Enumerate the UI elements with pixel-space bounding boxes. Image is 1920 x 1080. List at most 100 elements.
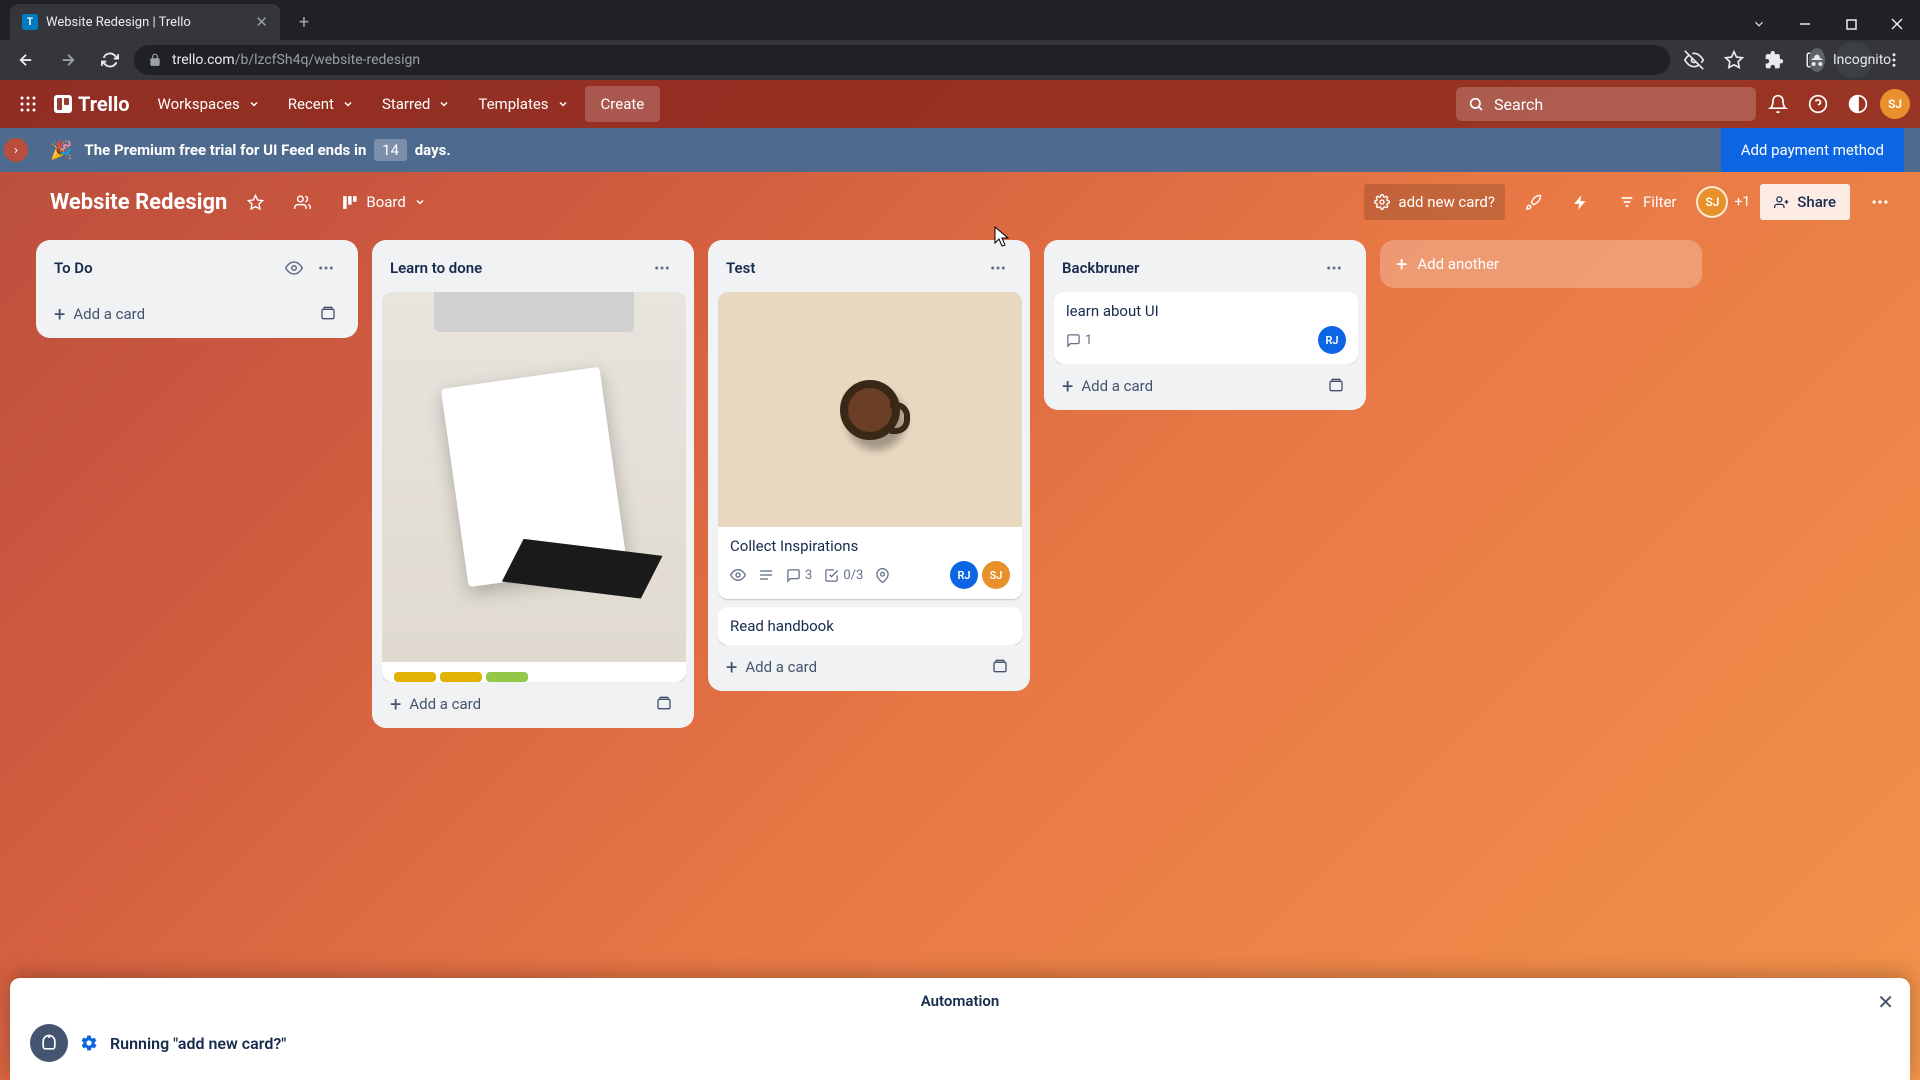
description-icon — [758, 567, 774, 583]
card-read-handbook[interactable]: Read handbook — [718, 607, 1022, 645]
maximize-icon[interactable] — [1828, 8, 1874, 40]
list-menu-icon[interactable] — [646, 254, 678, 282]
trello-header: Trello Workspaces Recent Starred Templat… — [0, 80, 1920, 128]
reload-button[interactable] — [92, 42, 128, 78]
trello-logo[interactable]: Trello — [50, 92, 142, 116]
close-window-icon[interactable] — [1874, 8, 1920, 40]
board-canvas[interactable]: To Do +Add a card Learn to done +Add a c… — [0, 232, 1920, 1080]
trial-banner: › 🎉 The Premium free trial for UI Feed e… — [0, 128, 1920, 172]
template-icon[interactable] — [314, 302, 342, 326]
share-button[interactable]: Share — [1760, 184, 1850, 220]
search-icon — [1468, 96, 1484, 112]
powerups-icon[interactable] — [1515, 184, 1552, 220]
star-board-icon[interactable] — [237, 184, 274, 220]
add-card-button[interactable]: +Add a card — [46, 292, 350, 328]
list-title[interactable]: Backbruner — [1062, 259, 1318, 277]
close-icon[interactable]: ✕ — [1877, 990, 1894, 1014]
card-collect-inspirations[interactable]: Collect Inspirations 3 0/3 RJ SJ — [718, 292, 1022, 599]
card-title: Collect Inspirations — [730, 537, 1010, 555]
extensions-icon[interactable] — [1756, 42, 1792, 78]
comments-badge: 3 — [786, 568, 812, 583]
trello-logo-icon — [54, 95, 72, 113]
board-header: Website Redesign Board add new card? Fil… — [0, 172, 1920, 232]
user-avatar[interactable]: SJ — [1880, 89, 1910, 119]
watch-icon — [730, 567, 746, 583]
checklist-badge: 0/3 — [824, 568, 863, 583]
board-menu-icon[interactable] — [1860, 184, 1900, 220]
templates-menu[interactable]: Templates — [466, 86, 580, 122]
new-tab-button[interactable]: + — [290, 8, 318, 36]
automation-icon[interactable] — [1562, 184, 1599, 220]
automation-rule-button[interactable]: add new card? — [1364, 184, 1505, 220]
member-avatar[interactable]: RJ — [1318, 326, 1346, 354]
board-member-avatar[interactable]: SJ — [1696, 186, 1728, 218]
list-backburner: Backbruner learn about UI 1 RJ +Add a ca… — [1044, 240, 1366, 410]
list-title[interactable]: Test — [726, 259, 982, 277]
incognito-badge[interactable]: Incognito — [1836, 42, 1872, 78]
trello-favicon: T — [22, 14, 38, 30]
add-card-button[interactable]: +Add a card — [718, 645, 1022, 681]
browser-tab[interactable]: T Website Redesign | Trello ✕ — [10, 4, 280, 40]
trello-app: Trello Workspaces Recent Starred Templat… — [0, 80, 1920, 1080]
banner-text: The Premium free trial for UI Feed ends … — [84, 141, 450, 159]
member-avatar[interactable]: RJ — [950, 561, 978, 589]
add-list-button[interactable]: +Add another — [1380, 240, 1702, 288]
board-view-switcher[interactable]: Board — [331, 184, 435, 220]
card-badges: 3 0/3 RJ SJ — [730, 561, 1010, 589]
url-text: trello.com/b/lzcfSh4q/website-redesign — [172, 52, 420, 68]
list-title[interactable]: Learn to done — [390, 259, 646, 277]
member-count[interactable]: +1 — [1734, 194, 1750, 210]
list-menu-icon[interactable] — [1318, 254, 1350, 282]
incognito-icon — [1809, 48, 1825, 72]
board-title[interactable]: Website Redesign — [50, 190, 227, 215]
card-learn-ui[interactable]: learn about UI 1 RJ — [1054, 292, 1358, 364]
visibility-icon[interactable] — [284, 184, 321, 220]
help-icon[interactable] — [1800, 86, 1836, 122]
add-card-button[interactable]: +Add a card — [1054, 364, 1358, 400]
expand-sidebar-icon[interactable]: › — [4, 138, 28, 162]
card[interactable] — [382, 292, 686, 682]
add-card-button[interactable]: +Add a card — [382, 682, 686, 718]
filter-button[interactable]: Filter — [1609, 184, 1687, 220]
window-controls — [1736, 8, 1920, 40]
member-avatar[interactable]: SJ — [982, 561, 1010, 589]
comments-badge: 1 — [1066, 333, 1092, 348]
recent-menu[interactable]: Recent — [276, 86, 366, 122]
tab-search-icon[interactable] — [1736, 8, 1782, 40]
forward-button[interactable] — [50, 42, 86, 78]
template-icon[interactable] — [650, 692, 678, 716]
bot-icon — [30, 1024, 68, 1062]
browser-menu-icon[interactable] — [1876, 42, 1912, 78]
list-title[interactable]: To Do — [54, 259, 278, 277]
list-menu-icon[interactable] — [310, 254, 342, 282]
app-switcher-icon[interactable] — [10, 86, 46, 122]
list-menu-icon[interactable] — [982, 254, 1014, 282]
automation-status: Running "add new card?" — [110, 1034, 286, 1053]
list-todo: To Do +Add a card — [36, 240, 358, 338]
workspaces-menu[interactable]: Workspaces — [146, 86, 272, 122]
eye-off-icon[interactable] — [1676, 42, 1712, 78]
tab-title: Website Redesign | Trello — [46, 15, 191, 30]
close-tab-icon[interactable]: ✕ — [255, 13, 268, 31]
gear-icon — [80, 1034, 98, 1052]
card-cover-image — [718, 292, 1022, 527]
watch-icon[interactable] — [278, 254, 310, 282]
back-button[interactable] — [8, 42, 44, 78]
card-title: learn about UI — [1066, 302, 1346, 320]
address-bar: trello.com/b/lzcfSh4q/website-redesign I… — [0, 40, 1920, 80]
add-payment-button[interactable]: Add payment method — [1721, 128, 1904, 172]
search-input[interactable]: Search — [1456, 87, 1756, 121]
automation-title: Automation — [30, 992, 1890, 1010]
notifications-icon[interactable] — [1760, 86, 1796, 122]
lock-icon — [148, 53, 162, 67]
create-button[interactable]: Create — [585, 86, 661, 122]
theme-icon[interactable] — [1840, 86, 1876, 122]
star-icon[interactable] — [1716, 42, 1752, 78]
starred-menu[interactable]: Starred — [370, 86, 462, 122]
minimize-icon[interactable] — [1782, 8, 1828, 40]
location-icon — [875, 568, 890, 583]
party-icon: 🎉 — [50, 140, 72, 161]
template-icon[interactable] — [1322, 374, 1350, 398]
url-input[interactable]: trello.com/b/lzcfSh4q/website-redesign — [134, 45, 1670, 75]
template-icon[interactable] — [986, 655, 1014, 679]
